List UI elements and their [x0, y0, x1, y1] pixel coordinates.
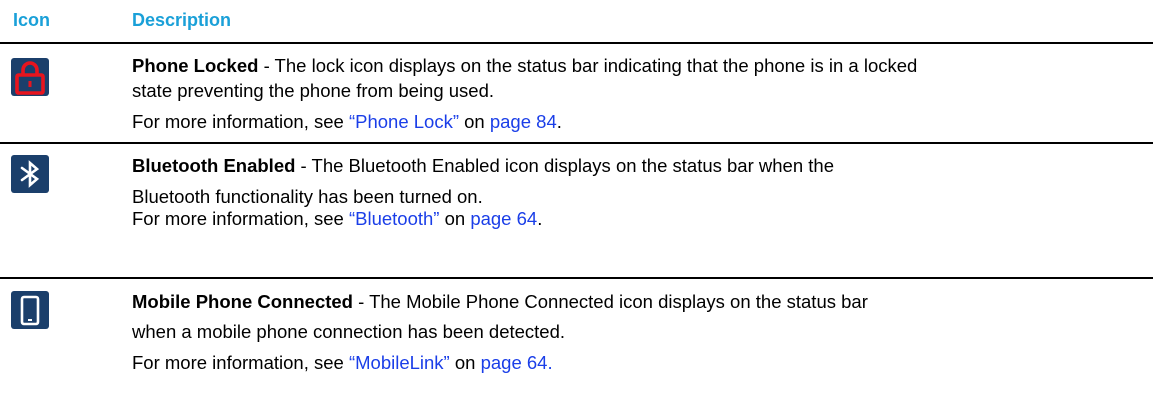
row-bluetooth-desc-line1: Bluetooth Enabled - The Bluetooth Enable… — [132, 155, 834, 176]
row-divider — [0, 277, 1153, 279]
row-title: Mobile Phone Connected — [132, 291, 353, 312]
row-phone-locked-desc-line2: state preventing the phone from being us… — [132, 80, 495, 101]
row-bluetooth-desc-line2: Bluetooth functionality has been turned … — [132, 186, 483, 207]
row-mobile-more-info: For more information, see “MobileLink” o… — [132, 352, 553, 373]
link-phone-lock[interactable]: “Phone Lock” — [349, 111, 459, 132]
header-divider — [0, 42, 1153, 44]
row-title: Bluetooth Enabled — [132, 155, 296, 176]
column-header-description: Description — [132, 10, 232, 30]
row-bluetooth-more-info: For more information, see “Bluetooth” on… — [132, 208, 543, 229]
lock-icon — [11, 58, 49, 96]
row-divider — [0, 142, 1153, 144]
row-phone-locked-more-info: For more information, see “Phone Lock” o… — [132, 111, 562, 132]
row-phone-locked-desc-line1: Phone Locked - The lock icon displays on… — [132, 55, 918, 76]
bluetooth-icon — [11, 155, 49, 193]
link-page-64[interactable]: page 64. — [481, 352, 553, 373]
icon-description-table: Icon Description Phone Locked - The lock… — [0, 0, 1153, 414]
link-mobilelink[interactable]: “MobileLink” — [349, 352, 450, 373]
link-page-64[interactable]: page 64 — [470, 208, 537, 229]
row-mobile-desc-line2: when a mobile phone connection has been … — [132, 321, 566, 342]
mobile-phone-icon — [11, 291, 49, 329]
link-page-84[interactable]: page 84 — [490, 111, 557, 132]
row-title: Phone Locked — [132, 55, 259, 76]
link-bluetooth[interactable]: “Bluetooth” — [349, 208, 440, 229]
row-mobile-desc-line1: Mobile Phone Connected - The Mobile Phon… — [132, 291, 868, 312]
column-header-icon: Icon — [13, 10, 51, 30]
